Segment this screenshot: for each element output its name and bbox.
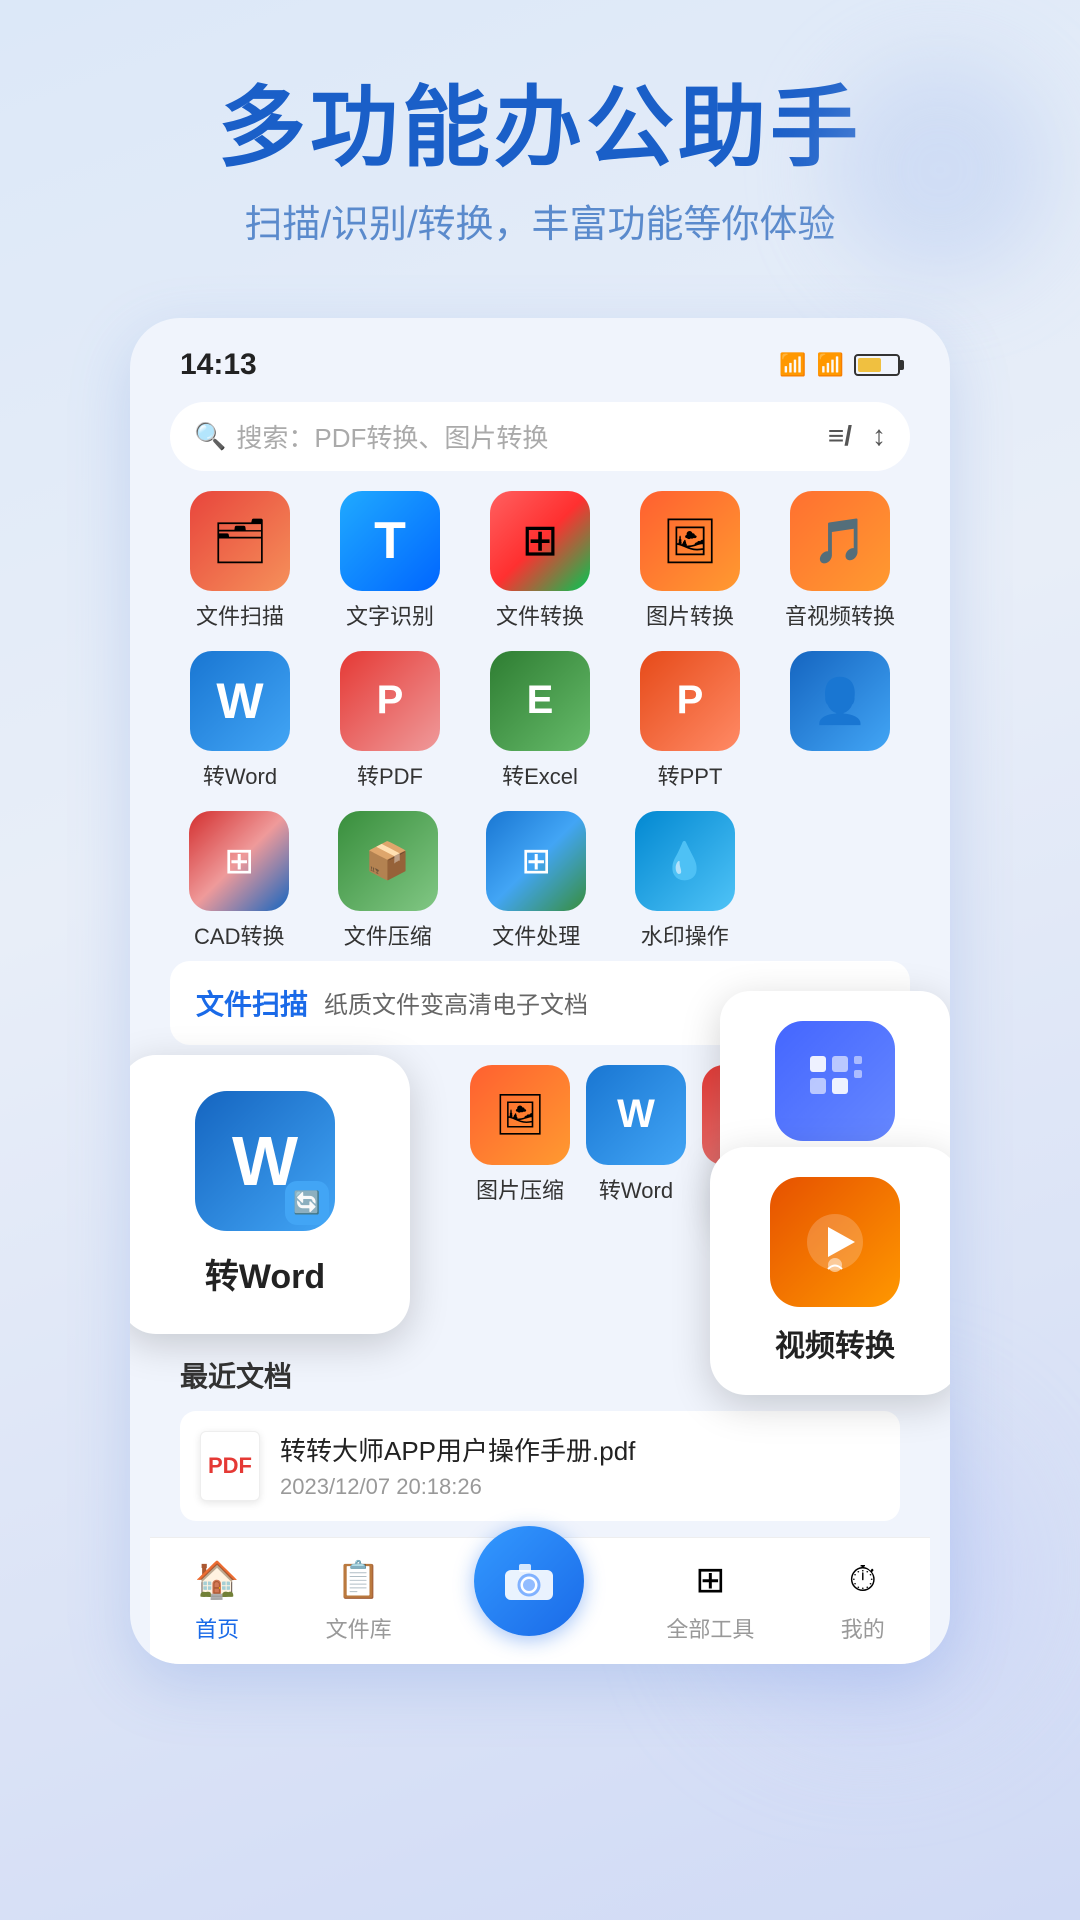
nav-home[interactable]: 🏠 首页 (191, 1554, 243, 1644)
popup-word-label: 转Word (205, 1249, 325, 1298)
hero-subtitle: 扫描/识别/转换，丰富功能等你体验 (60, 193, 1020, 248)
excel-icon: E (490, 651, 590, 751)
nav-home-label: 首页 (195, 1612, 239, 1644)
tools-grid-row2: W 转Word P 转PDF E 转Excel P 转PPT 👤 (150, 641, 930, 801)
watermark-icon: 💧 (635, 811, 735, 911)
tool-text-recognize[interactable]: T 文字识别 (320, 491, 460, 631)
status-icons: 📶 📶 (779, 352, 900, 378)
tool-to-excel[interactable]: E 转Excel (470, 651, 610, 791)
tool-to-pdf[interactable]: P 转PDF (320, 651, 460, 791)
popup-video-label: 视频转换 (775, 1321, 895, 1365)
compress-icon: 📦 (338, 811, 438, 911)
popup-word[interactable]: W 🔄 转Word (130, 1055, 410, 1334)
files-icon: 📋 (333, 1554, 385, 1606)
nav-mine[interactable]: ⏱ 我的 (837, 1554, 889, 1644)
status-time: 14:13 (180, 348, 257, 382)
tool-image-convert[interactable]: 🖼 图片转换 (620, 491, 760, 631)
quick-word-label: 转Word (599, 1173, 673, 1205)
tool-pdf-label: 转PDF (357, 759, 423, 791)
search-right: ≡/ ↕ (828, 420, 886, 452)
tools-grid-row3: ⊞ CAD转换 📦 文件压缩 ⊞ 文件处理 💧 水印操作 (150, 801, 774, 961)
list-icon[interactable]: ≡/ (828, 420, 852, 452)
tool-file-convert[interactable]: ⊞ 文件转换 (470, 491, 610, 631)
doc-date: 2023/12/07 20:18:26 (280, 1474, 880, 1500)
image-icon: 🖼 (640, 491, 740, 591)
tool-watermark-label: 水印操作 (641, 919, 729, 951)
tool-convert-label: 文件转换 (496, 599, 584, 631)
battery-icon (854, 354, 900, 376)
popup-video-icon (770, 1177, 900, 1307)
pdf-icon: P (340, 651, 440, 751)
doc-name: 转转大师APP用户操作手册.pdf (280, 1431, 880, 1468)
hero-section: 多功能办公助手 扫描/识别/转换，丰富功能等你体验 (0, 0, 1080, 288)
tool-scan-label: 文件扫描 (196, 599, 284, 631)
search-placeholder: 搜索：PDF转换、图片转换 (236, 418, 548, 455)
phone-mockup: 14:13 📶 📶 🔍 搜索：PDF转换、图片转换 ≡/ ↕ 🗂 文件扫描 T … (130, 318, 950, 1664)
search-left: 🔍 搜索：PDF转换、图片转换 (194, 418, 548, 455)
scan-icon: 🗂 (190, 491, 290, 591)
tool-compress[interactable]: 📦 文件压缩 (319, 811, 458, 951)
alltools-icon: ⊞ (684, 1554, 736, 1606)
nav-alltools[interactable]: ⊞ 全部工具 (666, 1554, 754, 1644)
nav-files-label: 文件库 (326, 1612, 392, 1644)
search-bar[interactable]: 🔍 搜索：PDF转换、图片转换 ≡/ ↕ (170, 402, 910, 471)
tool-image-label: 图片转换 (646, 599, 734, 631)
tool-fileprocess-label: 文件处理 (492, 919, 580, 951)
text-icon: T (340, 491, 440, 591)
doc-item[interactable]: PDF 转转大师APP用户操作手册.pdf 2023/12/07 20:18:2… (180, 1411, 900, 1521)
tool-text-label: 文字识别 (346, 599, 434, 631)
tool-av-convert[interactable]: 🎵 音视频转换 (770, 491, 910, 631)
tool-to-ppt[interactable]: P 转PPT (620, 651, 760, 791)
hero-title: 多功能办公助手 (60, 80, 1020, 177)
ppt-icon: P (640, 651, 740, 751)
fileprocess-icon: ⊞ (486, 811, 586, 911)
av-icon: 🎵 (790, 491, 890, 591)
search-glass-icon: 🔍 (194, 421, 226, 452)
popup-compress-icon (775, 1021, 895, 1141)
doc-info: 转转大师APP用户操作手册.pdf 2023/12/07 20:18:26 (280, 1431, 880, 1500)
tool-fileprocess[interactable]: ⊞ 文件处理 (467, 811, 606, 951)
status-bar: 14:13 📶 📶 (150, 338, 930, 392)
bottom-nav: 🏠 首页 📋 文件库 ⊞ 全部工具 ⏱ 我的 (150, 1537, 930, 1664)
tool-scan[interactable]: 🗂 文件扫描 (170, 491, 310, 631)
tool-cad[interactable]: ⊞ CAD转换 (170, 811, 309, 951)
tool-to-word[interactable]: W 转Word (170, 651, 310, 791)
tool-word-label: 转Word (203, 759, 277, 791)
pdf-file-icon: PDF (200, 1431, 260, 1501)
word-icon: W (190, 651, 290, 751)
quick-img-icon: 🖼 (470, 1065, 570, 1165)
sort-icon[interactable]: ↕ (872, 420, 886, 452)
tool-compress-label: 文件压缩 (344, 919, 432, 951)
tool-cad-label: CAD转换 (194, 919, 284, 951)
tool-av-label: 音视频转换 (785, 599, 895, 631)
nav-alltools-label: 全部工具 (666, 1612, 754, 1644)
tool-ppt-label: 转PPT (658, 759, 723, 791)
cad-icon: ⊞ (189, 811, 289, 911)
scan-banner-desc: 纸质文件变高清电子文档 (324, 985, 588, 1020)
quick-word-icon: W (586, 1065, 686, 1165)
scan-banner-title: 文件扫描 (196, 983, 308, 1023)
camera-button[interactable] (474, 1526, 584, 1636)
quick-to-word[interactable]: W 转Word (586, 1065, 686, 1205)
quick-img-compress[interactable]: 🖼 图片压缩 (470, 1065, 570, 1205)
convert-badge: 🔄 (285, 1181, 329, 1225)
popup-video[interactable]: 视频转换 (710, 1147, 950, 1395)
tool-excel-label: 转Excel (502, 759, 578, 791)
quick-img-label: 图片压缩 (476, 1173, 564, 1205)
signal-icon: 📶 (779, 352, 806, 378)
home-icon: 🏠 (191, 1554, 243, 1606)
wifi-icon: 📶 (817, 352, 844, 378)
mine-icon: ⏱ (837, 1554, 889, 1606)
tool-watermark[interactable]: 💧 水印操作 (616, 811, 755, 951)
convert-icon: ⊞ (490, 491, 590, 591)
nav-mine-label: 我的 (841, 1612, 885, 1644)
popup-word-icon: W 🔄 (195, 1091, 335, 1231)
user-icon: 👤 (790, 651, 890, 751)
nav-files[interactable]: 📋 文件库 (326, 1554, 392, 1644)
tools-grid-row1: 🗂 文件扫描 T 文字识别 ⊞ 文件转换 🖼 图片转换 🎵 音视频转换 (150, 481, 930, 641)
nav-camera[interactable] (474, 1562, 584, 1636)
tool-user[interactable]: 👤 (770, 651, 910, 791)
